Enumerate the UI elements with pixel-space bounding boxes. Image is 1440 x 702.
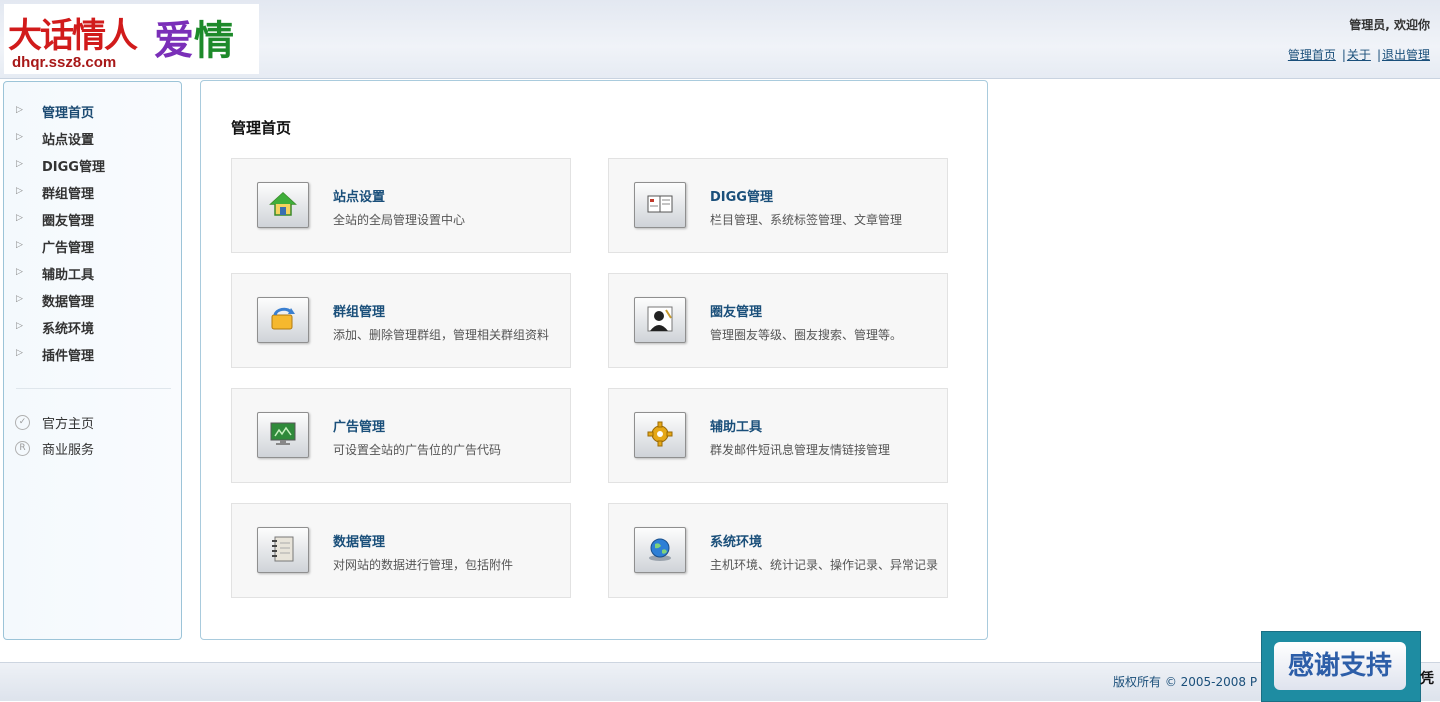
chevron-right-icon: ▷	[16, 348, 23, 358]
sidebar-item-label: 广告管理	[42, 241, 95, 256]
chevron-right-icon: ▷	[16, 294, 23, 304]
card-title: 站点设置	[333, 190, 386, 205]
sidebar-link-official-home[interactable]: ✓ 官方主页	[4, 411, 181, 433]
sidebar-item-label: 站点设置	[42, 133, 95, 148]
card-title: 数据管理	[333, 535, 386, 550]
logo-url: dhqr.ssz8.com	[12, 54, 117, 71]
sidebar-item-label: 辅助工具	[42, 268, 95, 283]
sidebar-item-plugins[interactable]: ▷ 插件管理	[4, 343, 181, 365]
thanks-support-badge[interactable]: 感谢支持	[1261, 631, 1421, 702]
welcome-text: 管理员, 欢迎你	[1349, 18, 1430, 32]
card-description: 栏目管理、系统标签管理、文章管理	[710, 213, 903, 227]
card-title: 圈友管理	[710, 305, 763, 320]
logo-text: 大话情人	[8, 16, 138, 56]
registered-icon: R	[15, 441, 30, 456]
chevron-right-icon: ▷	[16, 105, 23, 115]
header-bar: 大话情人 爱情 dhqr.ssz8.com 管理员, 欢迎你 管理首页 |关于 |退…	[0, 0, 1440, 79]
card-description: 可设置全站的广告位的广告代码	[333, 443, 502, 457]
refresh-folder-icon	[257, 297, 309, 343]
card-title: 系统环境	[710, 535, 763, 550]
sidebar-link-business[interactable]: R 商业服务	[4, 437, 181, 459]
sidebar-divider	[16, 388, 171, 389]
sidebar-item-friends[interactable]: ▷ 圈友管理	[4, 208, 181, 230]
chevron-right-icon: ▷	[16, 186, 23, 196]
card-description: 添加、删除管理群组，管理相关群组资料	[333, 328, 550, 342]
sidebar-item-label: 系统环境	[42, 322, 95, 337]
chevron-right-icon: ▷	[16, 267, 23, 277]
sidebar-item-label: DIGG管理	[42, 160, 105, 175]
sidebar-item-tools[interactable]: ▷ 辅助工具	[4, 262, 181, 284]
sidebar-item-site-settings[interactable]: ▷ 站点设置	[4, 127, 181, 149]
sidebar-item-system[interactable]: ▷ 系统环境	[4, 316, 181, 338]
card-description: 对网站的数据进行管理，包括附件	[333, 558, 514, 572]
copyright-text: 版权所有 © 2005-2008 P	[1113, 675, 1258, 689]
card-description: 主机环境、统计记录、操作记录、异常记录	[710, 558, 939, 572]
thanks-support-label: 感谢支持	[1274, 642, 1406, 690]
link-separator: |	[1341, 48, 1346, 62]
logo-love-text: 爱情	[154, 17, 234, 64]
monitor-icon	[257, 412, 309, 458]
card-groups[interactable]: 群组管理 添加、删除管理群组，管理相关群组资料	[231, 273, 571, 368]
page-title: 管理首页	[231, 119, 292, 137]
chevron-right-icon: ▷	[16, 321, 23, 331]
card-title: 辅助工具	[710, 420, 763, 435]
chevron-right-icon: ▷	[16, 240, 23, 250]
link-admin-home[interactable]: 管理首页	[1288, 48, 1336, 62]
sidebar-item-label: 管理首页	[42, 106, 95, 121]
sidebar-item-label: 圈友管理	[42, 214, 95, 229]
card-digg[interactable]: DIGG管理 栏目管理、系统标签管理、文章管理	[608, 158, 948, 253]
card-title: DIGG管理	[710, 190, 773, 205]
sidebar-item-label: 群组管理	[42, 187, 95, 202]
sidebar-item-label: 商业服务	[42, 443, 95, 458]
link-separator: |	[1376, 48, 1381, 62]
sidebar-item-label: 数据管理	[42, 295, 95, 310]
globe-icon	[634, 527, 686, 573]
sidebar-item-data[interactable]: ▷ 数据管理	[4, 289, 181, 311]
chevron-right-icon: ▷	[16, 159, 23, 169]
card-system[interactable]: 系统环境 主机环境、统计记录、操作记录、异常记录	[608, 503, 948, 598]
sidebar-item-ads[interactable]: ▷ 广告管理	[4, 235, 181, 257]
card-description: 全站的全局管理设置中心	[333, 213, 466, 227]
user-icon	[634, 297, 686, 343]
card-friends[interactable]: 圈友管理 管理圈友等级、圈友搜索、管理等。	[608, 273, 948, 368]
card-title: 广告管理	[333, 420, 386, 435]
book-icon	[634, 182, 686, 228]
card-description: 管理圈友等级、圈友搜索、管理等。	[710, 328, 903, 342]
sidebar-item-label: 插件管理	[42, 349, 95, 364]
link-about[interactable]: 关于	[1347, 48, 1371, 62]
check-circle-icon: ✓	[15, 415, 30, 430]
gear-icon	[634, 412, 686, 458]
top-links: 管理首页 |关于 |退出管理	[1288, 46, 1430, 63]
notebook-icon	[257, 527, 309, 573]
card-site-settings[interactable]: 站点设置 全站的全局管理设置中心	[231, 158, 571, 253]
sidebar-item-groups[interactable]: ▷ 群组管理	[4, 181, 181, 203]
chevron-right-icon: ▷	[16, 132, 23, 142]
site-logo[interactable]: 大话情人 爱情 dhqr.ssz8.com	[4, 4, 259, 74]
link-logout[interactable]: 退出管理	[1382, 48, 1430, 62]
card-description: 群发邮件短讯息管理友情链接管理	[710, 443, 891, 457]
edge-character: 凭	[1420, 671, 1434, 687]
card-title: 群组管理	[333, 305, 386, 320]
home-icon	[257, 182, 309, 228]
card-tools[interactable]: 辅助工具 群发邮件短讯息管理友情链接管理	[608, 388, 948, 483]
sidebar-item-digg[interactable]: ▷ DIGG管理	[4, 154, 181, 176]
main-panel: 管理首页 站点设置 全站的全局管理设置中心 DIGG管理 栏目管理、系统标签管理…	[200, 80, 988, 640]
sidebar: ▷ 管理首页 ▷ 站点设置 ▷ DIGG管理 ▷ 群组管理 ▷ 圈友管理 ▷ 广…	[3, 81, 182, 640]
card-data[interactable]: 数据管理 对网站的数据进行管理，包括附件	[231, 503, 571, 598]
chevron-right-icon: ▷	[16, 213, 23, 223]
card-ads[interactable]: 广告管理 可设置全站的广告位的广告代码	[231, 388, 571, 483]
sidebar-item-admin-home[interactable]: ▷ 管理首页	[4, 100, 181, 122]
sidebar-item-label: 官方主页	[42, 417, 95, 432]
footer-bar: 版权所有 © 2005-2008 P	[0, 662, 1440, 701]
